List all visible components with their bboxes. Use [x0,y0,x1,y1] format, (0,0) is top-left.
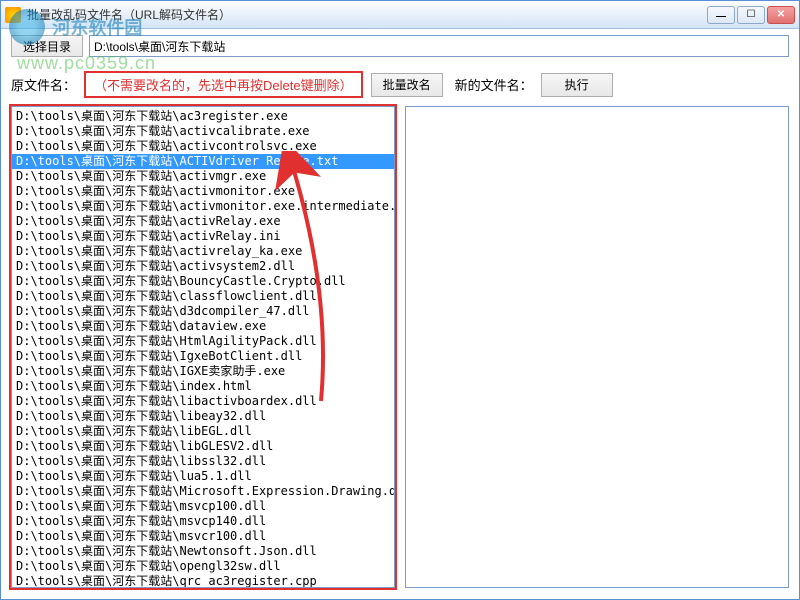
list-item[interactable]: D:\tools\桌面\河东下载站\libEGL.dll [12,424,394,439]
list-item[interactable]: D:\tools\桌面\河东下载站\IgxeBotClient.dll [12,349,394,364]
new-files-panel [405,106,789,588]
list-item[interactable]: D:\tools\桌面\河东下载站\activrelay_ka.exe [12,244,394,259]
list-item[interactable]: D:\tools\桌面\河东下载站\BouncyCastle.Crypto.dl… [12,274,394,289]
list-item[interactable]: D:\tools\桌面\河东下载站\index.html [12,379,394,394]
list-item[interactable]: D:\tools\桌面\河东下载站\msvcp140.dll [12,514,394,529]
list-item[interactable]: D:\tools\桌面\河东下载站\activmonitor.exe.inter… [12,199,394,214]
app-icon [5,7,21,23]
titlebar[interactable]: 批量改乱码文件名（URL解码文件名） [1,1,799,29]
list-item[interactable]: D:\tools\桌面\河东下载站\ACTIVdriver ReadMe.txt [12,154,394,169]
list-item[interactable]: D:\tools\桌面\河东下载站\classflowclient.dll [12,289,394,304]
select-directory-button[interactable]: 选择目录 [11,35,83,57]
list-item[interactable]: D:\tools\桌面\河东下载站\dataview.exe [12,319,394,334]
list-item[interactable]: D:\tools\桌面\河东下载站\libGLESV2.dll [12,439,394,454]
new-filename-label: 新的文件名： [455,75,533,94]
list-item[interactable]: D:\tools\桌面\河东下载站\activmonitor.exe [12,184,394,199]
list-item[interactable]: D:\tools\桌面\河东下载站\HtmlAgilityPack.dll [12,334,394,349]
list-item[interactable]: D:\tools\桌面\河东下载站\activcalibrate.exe [12,124,394,139]
list-item[interactable]: D:\tools\桌面\河东下载站\qrc_ac3register.cpp [12,574,394,587]
minimize-button[interactable] [707,6,735,24]
directory-path-input[interactable] [89,35,789,57]
list-item[interactable]: D:\tools\桌面\河东下载站\IGXE卖家助手.exe [12,364,394,379]
list-item[interactable]: D:\tools\桌面\河东下载站\activRelay.exe [12,214,394,229]
list-item[interactable]: D:\tools\桌面\河东下载站\libeay32.dll [12,409,394,424]
list-item[interactable]: D:\tools\桌面\河东下载站\libactivboardex.dll [12,394,394,409]
original-file-list[interactable]: D:\tools\桌面\河东下载站\ac3register.exeD:\tool… [12,107,394,587]
new-file-list[interactable] [406,107,788,587]
list-item[interactable]: D:\tools\桌面\河东下载站\activsystem2.dll [12,259,394,274]
original-files-panel: D:\tools\桌面\河东下载站\ac3register.exeD:\tool… [11,106,395,588]
list-item[interactable]: D:\tools\桌面\河东下载站\d3dcompiler_47.dll [12,304,394,319]
close-button[interactable] [767,6,795,24]
list-item[interactable]: D:\tools\桌面\河东下载站\activRelay.ini [12,229,394,244]
lists-container: D:\tools\桌面\河东下载站\ac3register.exeD:\tool… [1,106,799,598]
batch-rename-button[interactable]: 批量改名 [371,73,443,97]
list-item[interactable]: D:\tools\桌面\河东下载站\activcontrolsvc.exe [12,139,394,154]
list-item[interactable]: D:\tools\桌面\河东下载站\Microsoft.Expression.D… [12,484,394,499]
delete-hint: （不需要改名的，先选中再按Delete键删除） [84,71,363,98]
list-item[interactable]: D:\tools\桌面\河东下载站\activmgr.exe [12,169,394,184]
list-item[interactable]: D:\tools\桌面\河东下载站\opengl32sw.dll [12,559,394,574]
original-filename-label: 原文件名： [11,75,76,94]
window-title: 批量改乱码文件名（URL解码文件名） [27,6,707,23]
window-controls [707,6,795,24]
list-item[interactable]: D:\tools\桌面\河东下载站\libssl32.dll [12,454,394,469]
app-window: 批量改乱码文件名（URL解码文件名） 河东软件园 www.pc0359.cn 选… [0,0,800,600]
maximize-button[interactable] [737,6,765,24]
list-item[interactable]: D:\tools\桌面\河东下载站\msvcr100.dll [12,529,394,544]
list-item[interactable]: D:\tools\桌面\河东下载站\msvcp100.dll [12,499,394,514]
execute-button[interactable]: 执行 [541,73,613,97]
list-item[interactable]: D:\tools\桌面\河东下载站\ac3register.exe [12,109,394,124]
list-item[interactable]: D:\tools\桌面\河东下载站\Newtonsoft.Json.dll [12,544,394,559]
list-item[interactable]: D:\tools\桌面\河东下载站\lua5.1.dll [12,469,394,484]
action-row: 原文件名： （不需要改名的，先选中再按Delete键删除） 批量改名 新的文件名… [1,63,799,106]
directory-row: 选择目录 [1,29,799,63]
